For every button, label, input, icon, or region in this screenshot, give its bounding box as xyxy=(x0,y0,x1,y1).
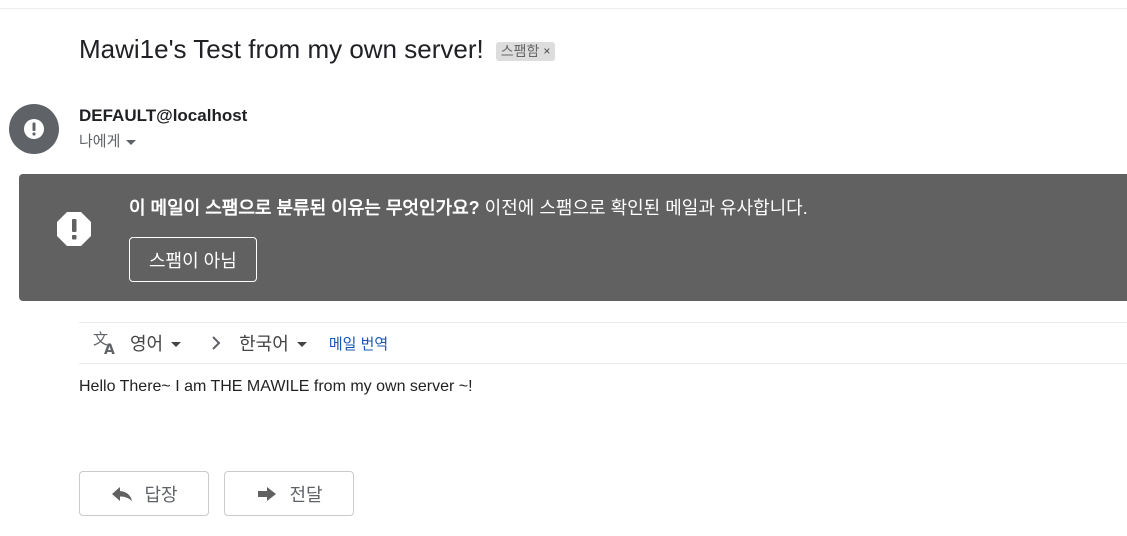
subject-row: Mawi1e's Test from my own server! 스팸함 × xyxy=(79,34,556,65)
source-language-select[interactable]: 영어 xyxy=(130,330,182,356)
translate-icon: 文 A xyxy=(92,330,118,356)
remove-label-icon[interactable]: × xyxy=(543,44,550,58)
chevron-down-icon xyxy=(126,139,137,145)
spam-label-text: 스팸함 xyxy=(500,43,540,59)
alert-icon xyxy=(57,212,91,246)
forward-icon xyxy=(255,482,279,506)
source-language-label: 영어 xyxy=(130,334,164,354)
reply-button[interactable]: 답장 xyxy=(79,471,209,516)
chevron-right-icon xyxy=(209,336,223,350)
not-spam-button[interactable]: 스팸이 아님 xyxy=(129,237,257,282)
recipient-label: 나에게 xyxy=(79,133,121,150)
sender-name: DEFAULT@localhost xyxy=(79,106,248,125)
forward-button[interactable]: 전달 xyxy=(224,471,354,516)
svg-text:A: A xyxy=(104,342,115,356)
translate-message-link[interactable]: 메일 번역 xyxy=(329,333,388,354)
reply-label: 답장 xyxy=(144,484,178,505)
translate-glyph: 文 A xyxy=(93,330,115,356)
chevron-down-icon xyxy=(296,342,307,347)
spam-label-chip[interactable]: 스팸함 × xyxy=(495,42,556,61)
email-subject: Mawi1e's Test from my own server! xyxy=(79,34,484,64)
recipient-details-toggle[interactable]: 나에게 xyxy=(79,130,137,151)
sender-avatar xyxy=(9,104,59,154)
target-language-select[interactable]: 한국어 xyxy=(239,330,307,356)
chevron-down-icon xyxy=(171,342,182,347)
email-body: Hello There~ I am THE MAWILE from my own… xyxy=(79,378,473,395)
alert-icon xyxy=(24,119,44,139)
target-language-label: 한국어 xyxy=(239,334,289,354)
reply-icon xyxy=(110,482,134,506)
forward-label: 전달 xyxy=(289,484,323,505)
spam-question: 이 메일이 스팸으로 분류된 이유는 무엇인가요? xyxy=(129,198,480,218)
translate-bar: 文 A 영어 한국어 메일 번역 xyxy=(79,322,1127,364)
top-divider xyxy=(0,8,1127,9)
spam-reason: 이전에 스팸으로 확인된 메일과 유사합니다. xyxy=(479,198,808,218)
spam-warning-banner: 이 메일이 스팸으로 분류된 이유는 무엇인가요? 이전에 스팸으로 확인된 메… xyxy=(19,174,1127,301)
spam-reason-text: 이 메일이 스팸으로 분류된 이유는 무엇인가요? 이전에 스팸으로 확인된 메… xyxy=(129,194,808,220)
